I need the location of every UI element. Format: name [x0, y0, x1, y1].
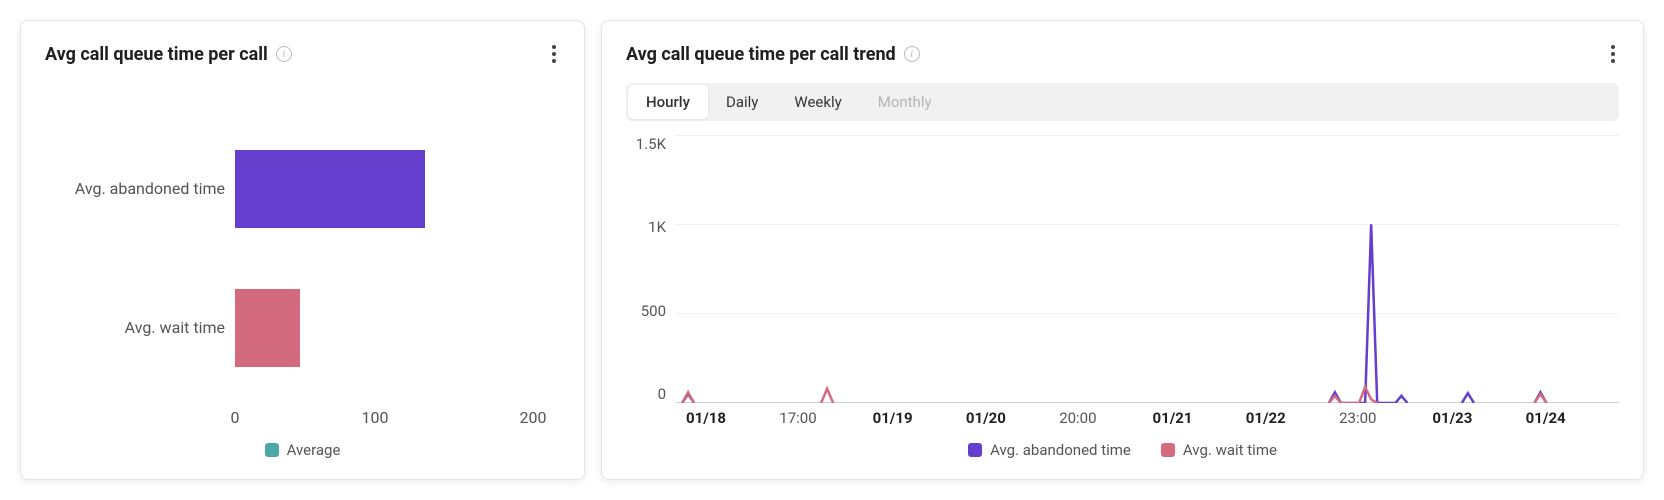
x-tick: 01/19 [873, 409, 966, 427]
line-chart: 1.5K 1K 500 0 01/1817:0001/1901/2020:000… [626, 135, 1619, 459]
card-title: Avg call queue time per call trend [626, 44, 896, 65]
legend-swatch [968, 443, 982, 457]
bar-plot: Avg. abandoned time Avg. wait time 0 100… [45, 119, 560, 397]
kebab-menu-icon[interactable] [1607, 41, 1619, 67]
line-plot [676, 135, 1619, 403]
y-axis: 1.5K 1K 500 0 [626, 135, 676, 403]
bar-label: Avg. abandoned time [45, 179, 225, 198]
axis-tick: 200 [520, 408, 547, 427]
seg-monthly: Monthly [860, 85, 950, 119]
x-tick: 23:00 [1339, 409, 1432, 427]
legend-item-abandoned: Avg. abandoned time [968, 441, 1131, 459]
card-title-wrap: Avg call queue time per call trend i [626, 44, 920, 65]
x-tick: 01/21 [1152, 409, 1245, 427]
bar-abandoned-time [235, 150, 425, 228]
axis-tick: 0 [231, 408, 240, 427]
seg-weekly[interactable]: Weekly [776, 85, 859, 119]
legend-label: Average [287, 441, 341, 459]
kebab-menu-icon[interactable] [548, 41, 560, 67]
y-tick: 500 [641, 302, 666, 320]
card-avg-call-queue-time-trend: Avg call queue time per call trend i Hou… [601, 20, 1644, 480]
seg-daily[interactable]: Daily [708, 85, 776, 119]
legend-label: Avg. wait time [1183, 441, 1277, 459]
card-header: Avg call queue time per call trend i [626, 41, 1619, 67]
y-tick: 0 [658, 385, 666, 403]
bar-label: Avg. wait time [45, 318, 225, 337]
x-tick: 20:00 [1059, 409, 1152, 427]
x-tick: 17:00 [779, 409, 872, 427]
x-tick: 01/23 [1432, 409, 1525, 427]
bar-category-labels: Avg. abandoned time Avg. wait time [45, 119, 235, 397]
card-avg-call-queue-time: Avg call queue time per call i Avg. aban… [20, 20, 585, 480]
bar-x-axis: 0 100 200 [235, 408, 560, 427]
info-icon[interactable]: i [904, 46, 920, 62]
time-granularity-segmented: Hourly Daily Weekly Monthly [626, 83, 1619, 121]
y-tick: 1K [648, 218, 666, 236]
x-tick: 01/18 [686, 409, 779, 427]
x-axis: 01/1817:0001/1901/2020:0001/2101/2223:00… [686, 409, 1619, 427]
line-plot-wrap: 1.5K 1K 500 0 [626, 135, 1619, 403]
bar-area: 0 100 200 [235, 119, 560, 397]
line-legend: Avg. abandoned time Avg. wait time [626, 441, 1619, 459]
legend-label: Avg. abandoned time [990, 441, 1131, 459]
card-title-wrap: Avg call queue time per call i [45, 44, 292, 65]
axis-tick: 100 [362, 408, 389, 427]
bar-chart: Avg. abandoned time Avg. wait time 0 100… [45, 119, 560, 459]
x-tick: 01/22 [1246, 409, 1339, 427]
legend-item-wait: Avg. wait time [1161, 441, 1277, 459]
legend-swatch [265, 443, 279, 457]
line-svg [676, 135, 1619, 403]
bar-legend: Average [45, 441, 560, 459]
bar-wait-time [235, 289, 300, 367]
x-tick: 01/20 [966, 409, 1059, 427]
seg-hourly[interactable]: Hourly [628, 85, 708, 119]
card-title: Avg call queue time per call [45, 44, 268, 65]
info-icon[interactable]: i [276, 46, 292, 62]
card-header: Avg call queue time per call i [45, 41, 560, 67]
x-tick: 01/24 [1526, 409, 1619, 427]
legend-swatch [1161, 443, 1175, 457]
y-tick: 1.5K [636, 135, 666, 153]
